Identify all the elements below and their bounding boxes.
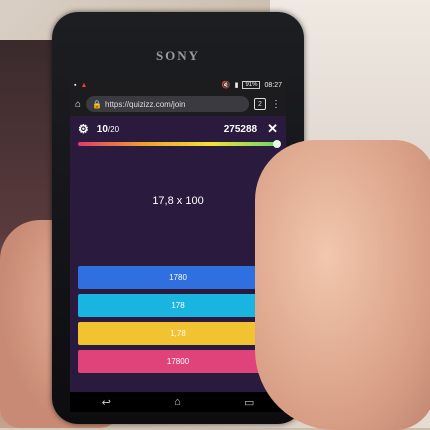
menu-icon[interactable]: ⋮ bbox=[271, 99, 281, 110]
quiz-header: ⚙ 10 /20 275288 ✕ bbox=[70, 116, 286, 142]
brand-logo: SONY bbox=[155, 48, 201, 63]
signal-icon: ▮ bbox=[234, 82, 239, 89]
answer-list: 1780 178 1,78 17800 bbox=[70, 266, 286, 373]
nav-bar: ↩ ⌂ ▭ bbox=[70, 392, 286, 412]
home-icon[interactable]: ⌂ bbox=[75, 99, 81, 110]
answer-option-1[interactable]: 1780 bbox=[78, 266, 278, 289]
status-bar: ▪ ▲ 🔇 ▮ 91% 08:27 bbox=[70, 78, 286, 92]
battery-indicator: 91% bbox=[242, 81, 261, 89]
warning-icon: ▲ bbox=[80, 81, 88, 89]
answer-option-4[interactable]: 17800 bbox=[78, 350, 278, 373]
lock-icon: 🔒 bbox=[92, 99, 103, 109]
browser-toolbar: ⌂ 🔒 https://quizizz.com/join 2 ⋮ bbox=[70, 92, 286, 116]
gear-icon[interactable]: ⚙ bbox=[78, 122, 89, 136]
score: 275288 bbox=[223, 123, 258, 135]
recents-icon[interactable]: ▭ bbox=[244, 396, 254, 409]
mute-icon: 🔇 bbox=[221, 82, 231, 89]
answer-option-2[interactable]: 178 bbox=[78, 294, 278, 317]
question-text: 17,8 x 100 bbox=[152, 195, 204, 207]
timer-bar bbox=[78, 140, 281, 148]
notification-icon: ▪ bbox=[74, 81, 77, 89]
question-number: 10 bbox=[96, 123, 108, 135]
back-icon[interactable]: ↩ bbox=[102, 396, 111, 409]
right-hand bbox=[255, 140, 430, 430]
url-bar[interactable]: 🔒 https://quizizz.com/join bbox=[86, 96, 249, 112]
tab-switcher-button[interactable]: 2 bbox=[254, 98, 266, 110]
clock: 08:27 bbox=[264, 81, 282, 89]
answer-option-3[interactable]: 1,78 bbox=[78, 322, 278, 345]
close-icon[interactable]: ✕ bbox=[267, 121, 278, 137]
url-text: https://quizizz.com/join bbox=[105, 99, 186, 109]
home-nav-icon[interactable]: ⌂ bbox=[174, 396, 181, 408]
timer-knob bbox=[273, 140, 281, 148]
phone-screen: ▪ ▲ 🔇 ▮ 91% 08:27 ⌂ 🔒 https://quizizz.co… bbox=[70, 78, 286, 412]
question-total: /20 bbox=[107, 124, 120, 134]
